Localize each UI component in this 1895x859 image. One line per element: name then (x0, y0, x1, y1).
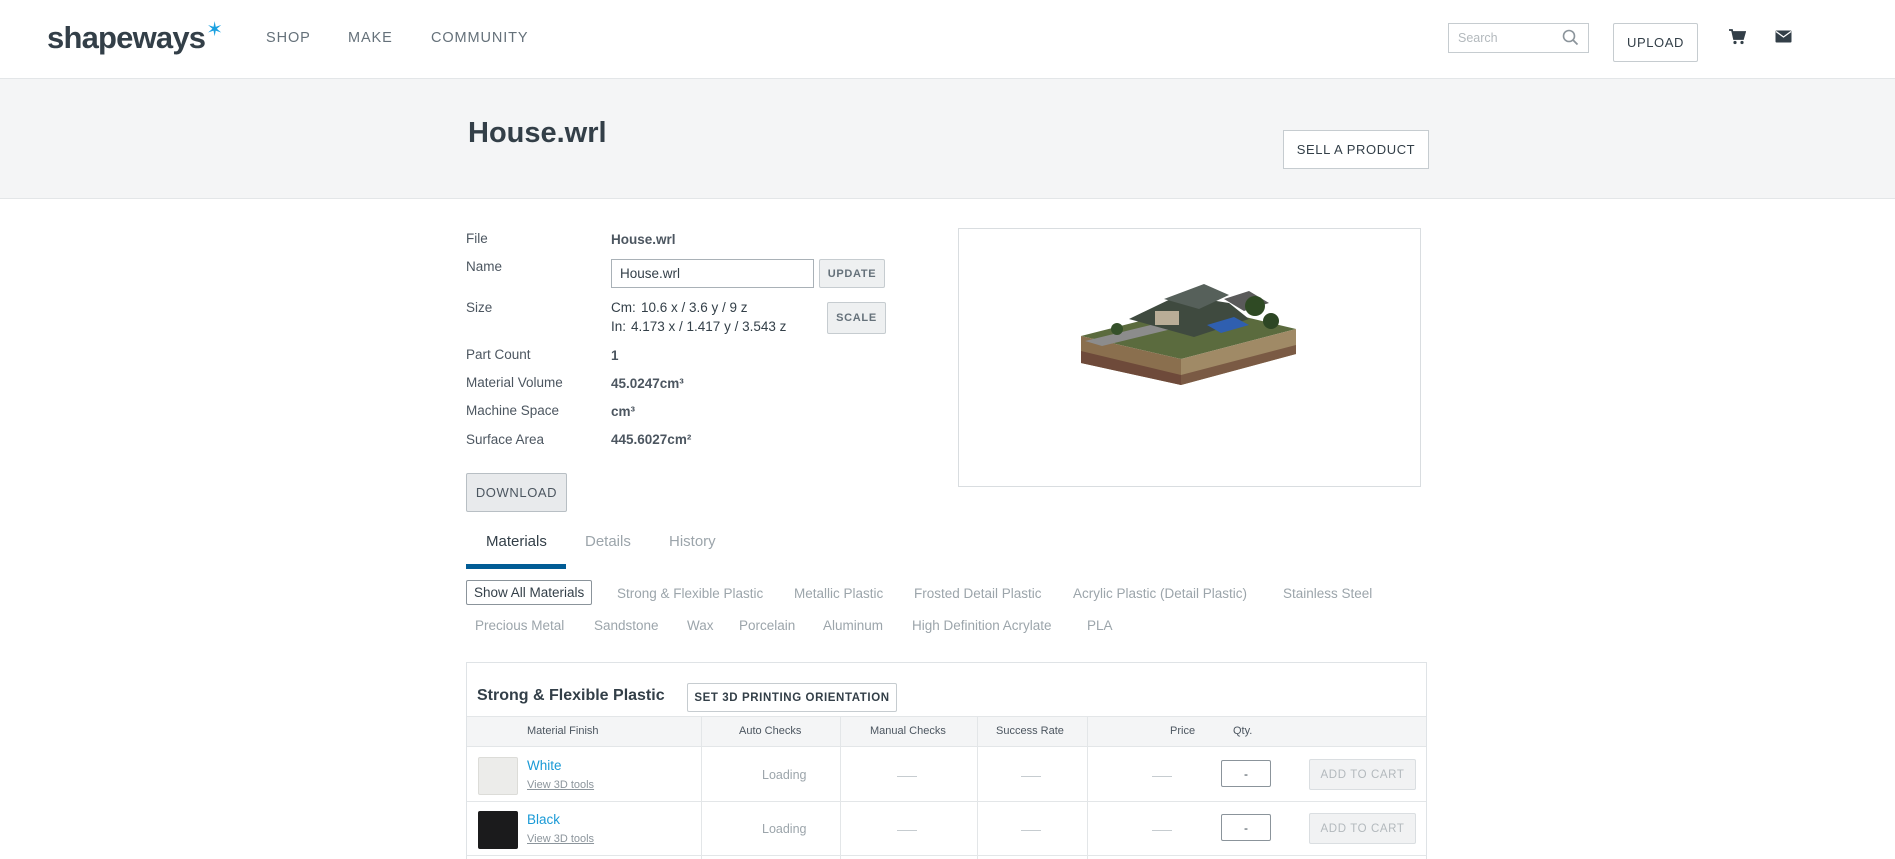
tab-materials[interactable]: Materials (486, 533, 547, 550)
filter-stainless-steel[interactable]: Stainless Steel (1283, 586, 1372, 601)
surface-area-label: Surface Area (466, 432, 545, 447)
material-group-title: Strong & Flexible Plastic (477, 687, 665, 704)
quantity-field[interactable] (1221, 760, 1271, 787)
filter-acrylic-plastic[interactable]: Acrylic Plastic (Detail Plastic) (1073, 586, 1247, 601)
table-header (467, 716, 1426, 747)
search-input[interactable] (1449, 24, 1557, 52)
size-in-value: 4.173 x / 1.417 y / 3.543 z (631, 319, 787, 334)
size-cm-value: 10.6 x / 3.6 y / 9 z (641, 300, 748, 315)
update-button[interactable]: UPDATE (819, 259, 885, 288)
col-material-finish: Material Finish (527, 725, 599, 737)
part-count-label: Part Count (466, 347, 531, 362)
tab-details[interactable]: Details (585, 533, 631, 550)
search-box (1448, 23, 1589, 53)
title-band: House.wrl SELL A PRODUCT (0, 79, 1895, 199)
shapeways-logo[interactable]: shapeways✶ (47, 19, 223, 56)
filter-sandstone[interactable]: Sandstone (594, 618, 659, 633)
download-button[interactable]: DOWNLOAD (466, 473, 567, 512)
view-3d-tools-link[interactable]: View 3D tools (527, 833, 594, 845)
nav-make[interactable]: MAKE (348, 30, 393, 46)
col-qty: Qty. (1233, 725, 1253, 737)
name-label: Name (466, 259, 503, 274)
filter-show-all-materials[interactable]: Show All Materials (466, 580, 593, 605)
material-finish-link[interactable]: Black (527, 812, 560, 827)
search-icon[interactable] (1562, 29, 1579, 51)
quantity-field[interactable] (1221, 814, 1271, 841)
col-success-rate: Success Rate (996, 725, 1064, 737)
material-swatch (478, 811, 518, 849)
material-volume-value: 45.0247cm³ (611, 376, 684, 391)
column-divider (1087, 716, 1088, 859)
set-orientation-button[interactable]: SET 3D PRINTING ORIENTATION (687, 683, 897, 712)
logo-text: shapeways (47, 20, 206, 55)
success-rate-empty (1021, 776, 1041, 777)
scale-button[interactable]: SCALE (827, 302, 886, 334)
nav-shop[interactable]: SHOP (266, 30, 311, 46)
tab-history[interactable]: History (669, 533, 716, 550)
auto-checks-status: Loading (762, 822, 807, 836)
material-finish-link[interactable]: White (527, 758, 562, 773)
column-divider (701, 716, 702, 859)
mail-icon[interactable] (1775, 30, 1792, 48)
filter-frosted-detail-plastic[interactable]: Frosted Detail Plastic (914, 586, 1042, 601)
manual-checks-empty (897, 830, 917, 831)
col-manual-checks: Manual Checks (870, 725, 946, 737)
filter-aluminum[interactable]: Aluminum (823, 618, 883, 633)
nav-community[interactable]: COMMUNITY (431, 30, 529, 46)
surface-area-value: 445.6027cm² (611, 432, 692, 447)
filter-precious-metal[interactable]: Precious Metal (475, 618, 564, 633)
machine-space-value: cm³ (611, 404, 636, 419)
top-bar: shapeways✶ SHOP MAKE COMMUNITY UPLOAD (0, 0, 1895, 79)
manual-checks-empty (897, 776, 917, 777)
column-divider (840, 716, 841, 859)
success-rate-empty (1021, 830, 1041, 831)
add-to-cart-button[interactable]: ADD TO CART (1309, 759, 1416, 790)
add-to-cart-button[interactable]: ADD TO CART (1309, 813, 1416, 844)
size-label: Size (466, 300, 493, 315)
col-auto-checks: Auto Checks (739, 725, 802, 737)
name-field[interactable] (611, 259, 814, 288)
file-label: File (466, 231, 488, 246)
model-preview[interactable] (958, 228, 1421, 487)
size-in-prefix: In: (611, 319, 627, 334)
machine-space-label: Machine Space (466, 403, 560, 418)
row-divider (467, 801, 1426, 802)
material-volume-label: Material Volume (466, 375, 563, 390)
page-title: House.wrl (468, 117, 607, 149)
sell-product-button[interactable]: SELL A PRODUCT (1283, 130, 1429, 169)
column-divider (977, 716, 978, 859)
auto-checks-status: Loading (762, 768, 807, 782)
material-swatch (478, 757, 518, 795)
filter-pla[interactable]: PLA (1087, 618, 1113, 633)
file-value: House.wrl (611, 232, 676, 247)
col-price: Price (1170, 725, 1196, 737)
logo-star-icon: ✶ (206, 19, 223, 41)
row-divider (467, 855, 1426, 856)
price-empty (1152, 776, 1172, 777)
upload-button[interactable]: UPLOAD (1613, 23, 1698, 62)
part-count-value: 1 (611, 348, 619, 363)
filter-strong-flexible-plastic[interactable]: Strong & Flexible Plastic (617, 586, 763, 601)
filter-metallic-plastic[interactable]: Metallic Plastic (794, 586, 883, 601)
house-model-image (1081, 284, 1296, 385)
price-empty (1152, 830, 1172, 831)
size-cm-prefix: Cm: (611, 300, 636, 315)
active-tab-indicator (466, 564, 566, 569)
filter-wax[interactable]: Wax (687, 618, 714, 633)
cart-icon[interactable] (1728, 28, 1747, 50)
filter-high-definition-acrylate[interactable]: High Definition Acrylate (912, 618, 1052, 633)
view-3d-tools-link[interactable]: View 3D tools (527, 779, 594, 791)
filter-porcelain[interactable]: Porcelain (739, 618, 795, 633)
